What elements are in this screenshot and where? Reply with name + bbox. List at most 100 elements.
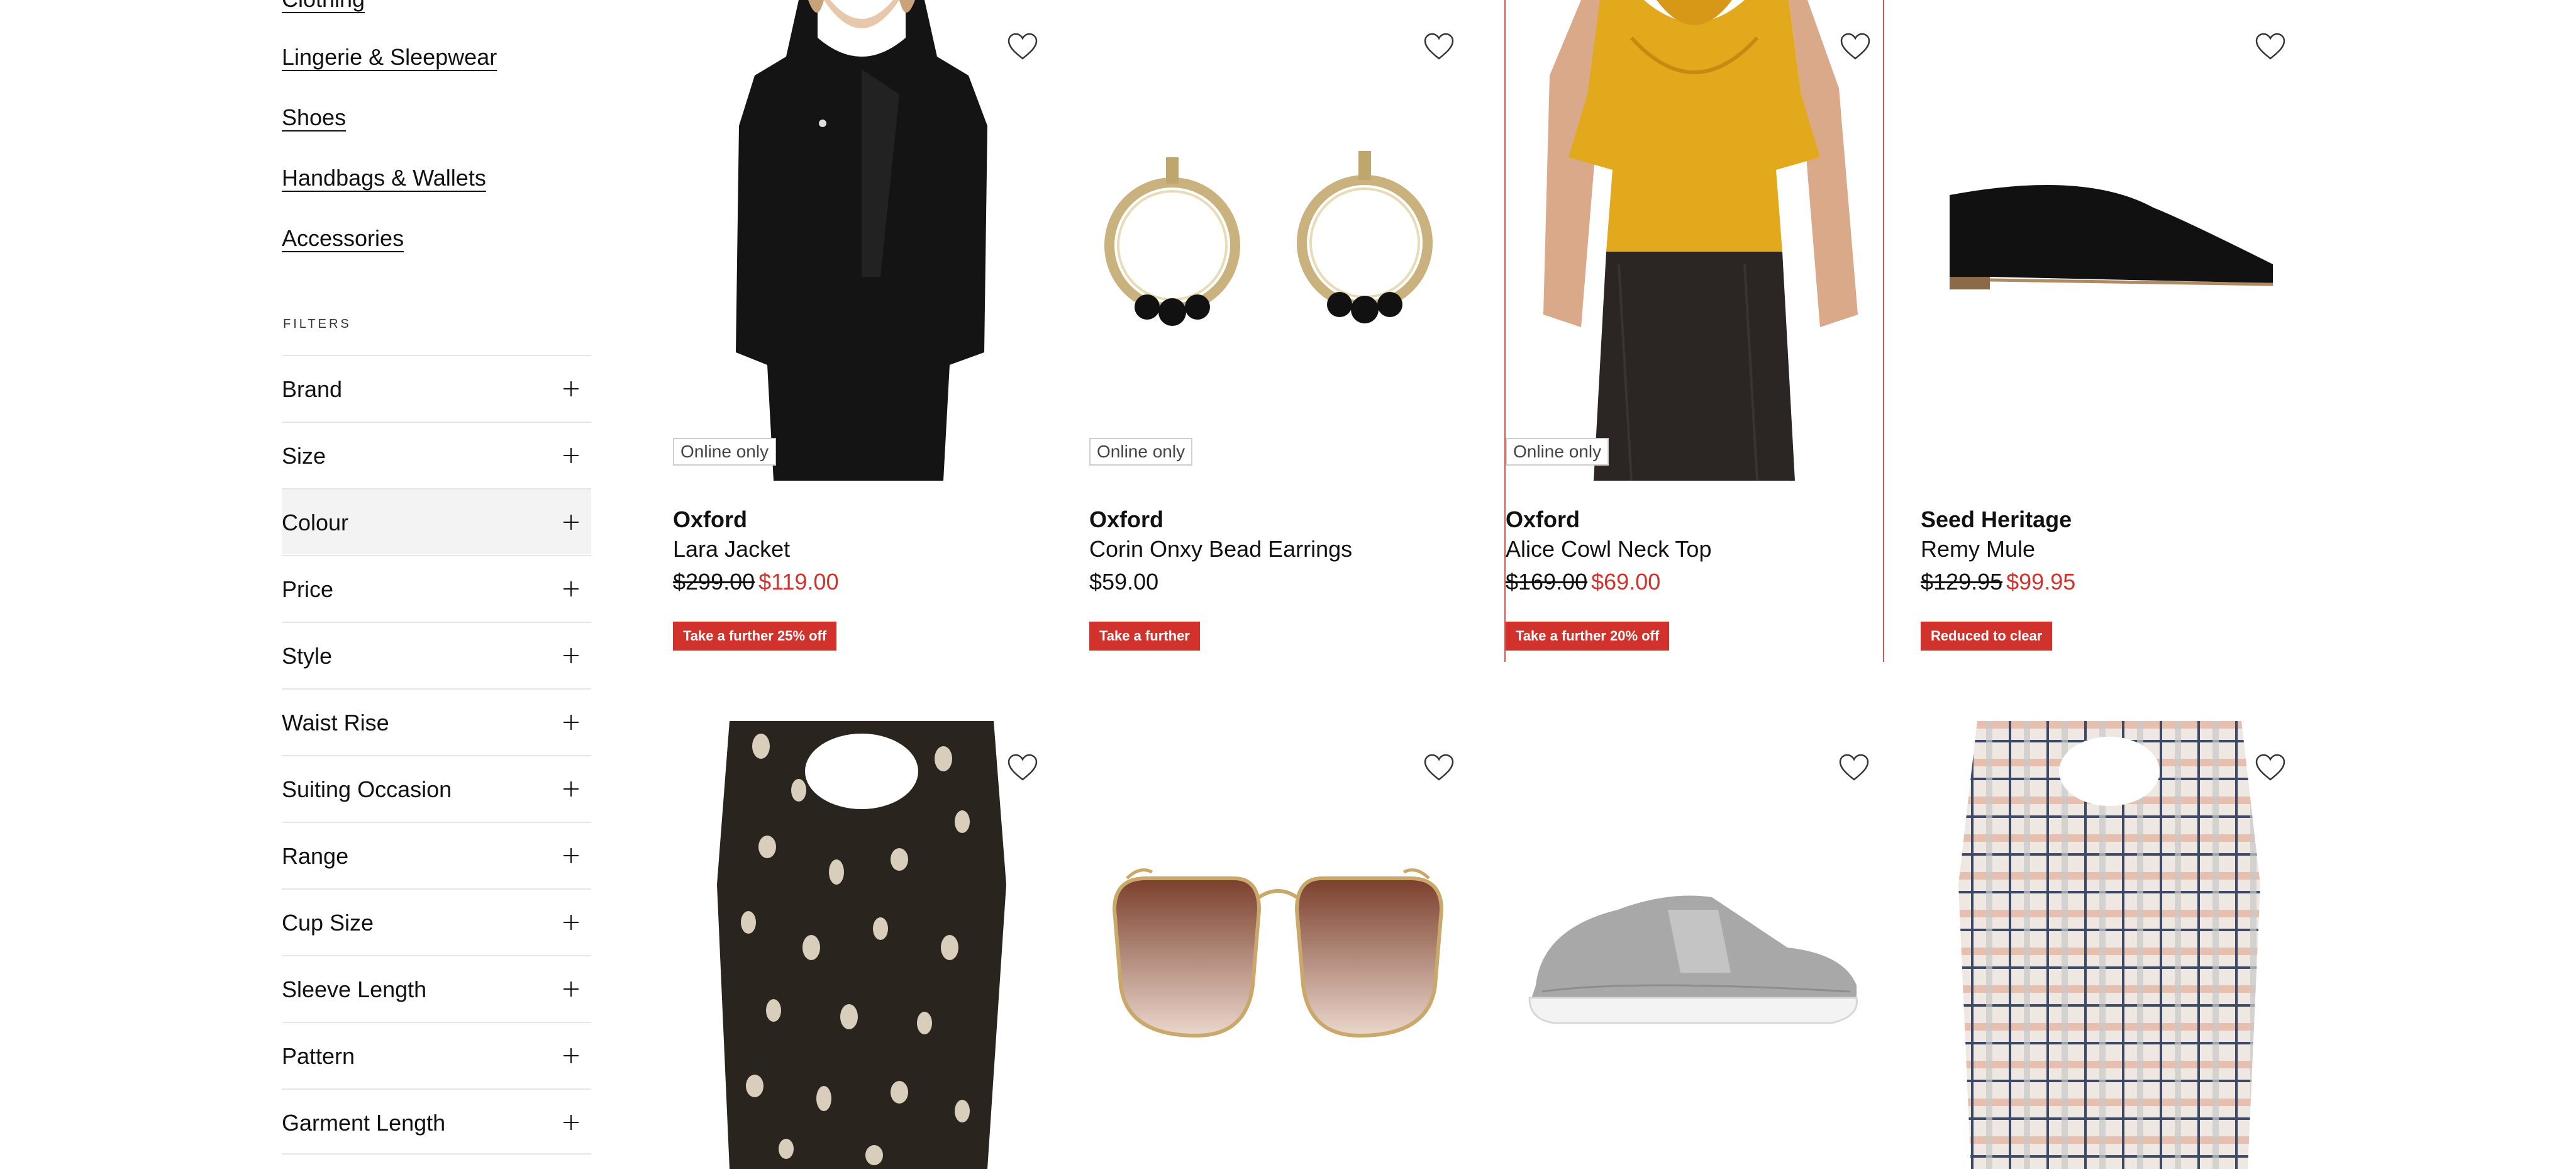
promo-badge: Take a further 25% off [673,622,837,651]
filter-brand[interactable]: Brand [282,355,591,421]
filter-pattern[interactable]: Pattern [282,1022,591,1088]
category-link-lingerie-sleepwear[interactable]: Lingerie & Sleepwear [282,44,497,70]
product-brand[interactable]: Oxford [673,506,747,533]
category-link-shoes[interactable]: Shoes [282,104,346,131]
heart-icon [1840,33,1870,60]
product-brand[interactable]: Seed Heritage [1921,506,2072,533]
plus-icon [564,381,579,396]
filter-waist-rise[interactable]: Waist Rise [282,688,591,754]
wishlist-button[interactable] [1000,745,1045,790]
product-card[interactable]: Online only Oxford Lara Jacket $299.00 $1… [673,0,1050,661]
plus-icon [564,982,579,997]
plus-icon [564,448,579,463]
product-image[interactable] [1506,0,1883,481]
price-now: $99.95 [2006,569,2076,595]
filter-suiting-occasion[interactable]: Suiting Occasion [282,755,591,821]
filter-label: Brand [282,376,343,402]
filter-label: Price [282,576,334,602]
product-image[interactable] [1089,0,1467,481]
price-was: $299.00 [673,569,755,595]
heart-icon [1839,754,1869,781]
filter-garment-length[interactable]: Garment Length [282,1088,591,1155]
filter-label: Garment Length [282,1110,446,1136]
category-link-clothing[interactable]: Clothing [282,0,365,13]
product-image[interactable] [1089,721,1467,1169]
price-was: $129.95 [1921,569,2003,595]
heart-icon [2255,33,2285,60]
product-card[interactable] [1504,721,1882,1169]
product-name[interactable]: Remy Mule [1921,536,2035,562]
product-brand[interactable]: Oxford [1506,506,1580,533]
page: Clothing Lingerie & Sleepwear Shoes Hand… [0,0,2576,1169]
price-regular: $59.00 [1089,569,1159,595]
wishlist-button[interactable] [1416,24,1462,69]
product-brand[interactable]: Oxford [1089,506,1163,533]
product-price: $59.00 [1089,569,1158,595]
product-card[interactable]: Seed Heritage Remy Mule $129.95 $99.95 Re… [1921,0,2298,661]
filter-label: Range [282,843,349,869]
price-was: $169.00 [1506,569,1588,595]
product-image[interactable] [1504,721,1882,1169]
wishlist-button[interactable] [1831,745,1877,790]
filter-label: Waist Rise [282,710,389,736]
product-price: $169.00 $69.00 [1506,569,1660,595]
heart-icon [1008,754,1038,781]
plus-icon [564,1115,579,1130]
filter-sleeve-length[interactable]: Sleeve Length [282,955,591,1021]
product-name[interactable]: Alice Cowl Neck Top [1506,536,1711,562]
filter-label: Suiting Occasion [282,776,452,802]
plus-icon [564,581,579,596]
plus-icon [564,781,579,797]
product-price: $129.95 $99.95 [1921,569,2075,595]
filters-heading: FILTERS [283,317,352,331]
filter-colour[interactable]: Colour [282,488,591,554]
wishlist-button[interactable] [2248,24,2293,69]
wishlist-button[interactable] [1833,24,1878,69]
product-image[interactable] [673,0,1050,481]
category-link-accessories[interactable]: Accessories [282,225,404,252]
product-card[interactable] [1089,721,1467,1169]
filter-cup-size[interactable]: Cup Size [282,888,591,954]
online-only-badge: Online only [1089,438,1193,466]
filter-range[interactable]: Range [282,822,591,888]
filter-label: Colour [282,510,349,535]
price-now: $69.00 [1591,569,1661,595]
filter-label: Sleeve Length [282,976,427,1002]
product-name[interactable]: Lara Jacket [673,536,790,562]
promo-badge: Reduced to clear [1921,622,2053,651]
heart-icon [1424,754,1454,781]
online-only-badge: Online only [1506,438,1609,466]
filter-style[interactable]: Style [282,622,591,688]
wishlist-button[interactable] [1000,24,1045,69]
product-image[interactable] [1921,0,2298,481]
filter-label: Style [282,643,333,669]
product-price: $299.00 $119.00 [673,569,839,595]
price-now: $119.00 [758,569,839,595]
online-only-badge: Online only [673,438,777,466]
product-image[interactable] [673,721,1050,1169]
category-link-handbags-wallets[interactable]: Handbags & Wallets [282,165,486,191]
plus-icon [564,848,579,863]
product-card[interactable]: Online only Oxford Alice Cowl Neck Top $… [1504,0,1884,662]
promo-badge: Take a further [1089,622,1200,651]
product-name[interactable]: Corin Onxy Bead Earrings [1089,536,1352,562]
heart-icon [1424,33,1454,60]
filter-label: Pattern [282,1043,355,1069]
filter-label: Size [282,443,326,469]
heart-icon [2255,754,2285,781]
filter-price[interactable]: Price [282,555,591,621]
heart-icon [1008,33,1038,60]
product-image[interactable] [1921,721,2298,1169]
product-card[interactable] [673,721,1050,1169]
plus-icon [564,915,579,930]
wishlist-button[interactable] [1416,745,1462,790]
plus-icon [564,515,579,530]
promo-badge: Take a further 20% off [1506,622,1670,651]
wishlist-button[interactable] [2248,745,2293,790]
product-card[interactable] [1921,721,2298,1169]
plus-icon [564,1048,579,1063]
filter-size[interactable]: Size [282,422,591,488]
plus-icon [564,648,579,663]
product-card[interactable]: Online only Oxford Corin Onxy Bead Earri… [1089,0,1467,661]
plus-icon [564,715,579,730]
